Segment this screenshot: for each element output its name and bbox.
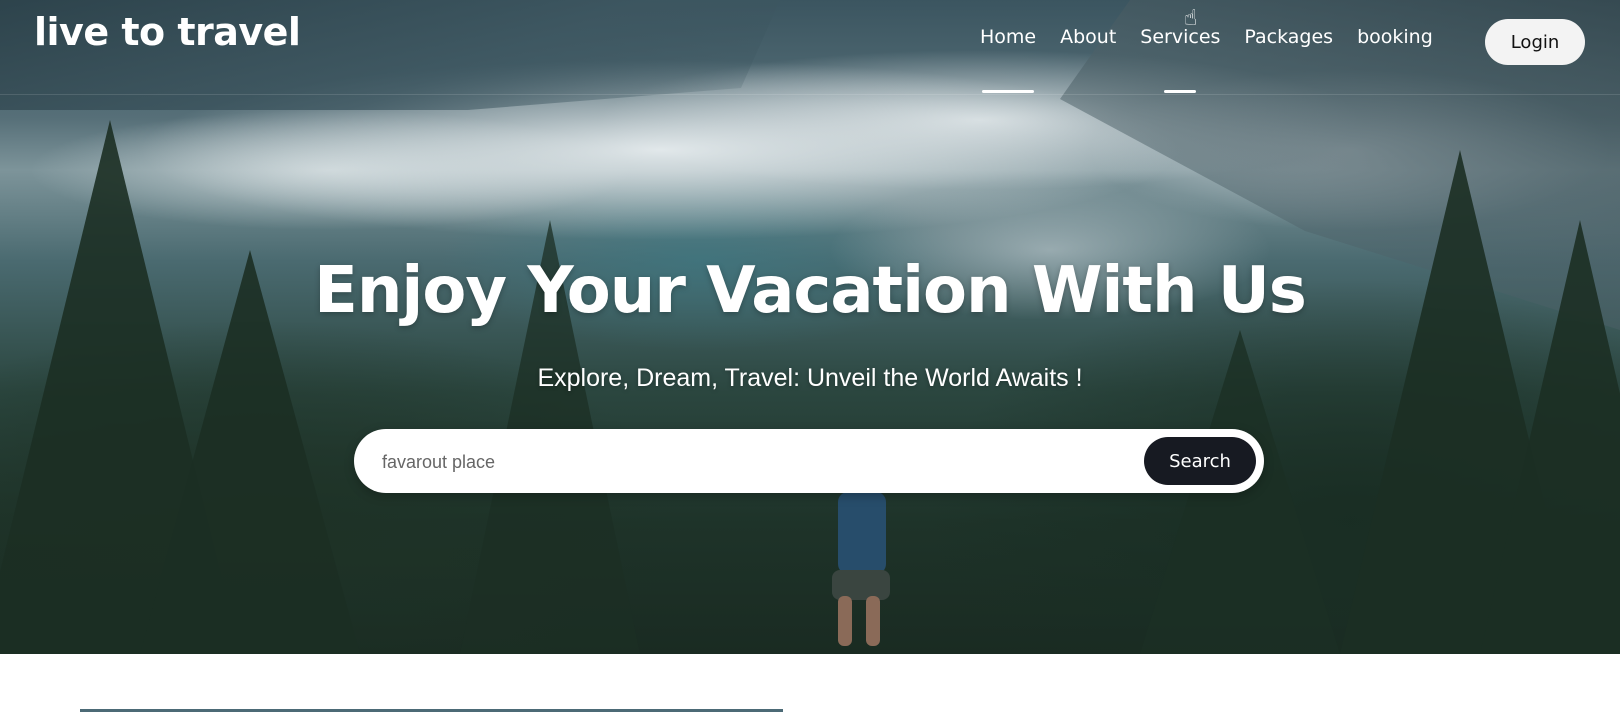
main-nav: Home About Services Packages booking: [980, 26, 1457, 48]
hero-headline: Enjoy Your Vacation With Us: [314, 254, 1307, 328]
search-input[interactable]: [380, 441, 1084, 483]
login-button[interactable]: Login: [1485, 19, 1585, 65]
hero-section: live to travel Home About Services Packa…: [0, 0, 1620, 654]
nav-item-packages[interactable]: Packages: [1244, 26, 1333, 48]
search-bar: Search: [354, 429, 1264, 493]
nav-item-home[interactable]: Home: [980, 26, 1036, 48]
nav-item-about[interactable]: About: [1060, 26, 1116, 48]
nav-item-booking[interactable]: booking: [1357, 26, 1433, 48]
hero-subheadline: Explore, Dream, Travel: Unveil the World…: [537, 364, 1083, 392]
hiker-figure: [832, 492, 890, 646]
hand-pointer-icon: ☝: [1184, 6, 1198, 31]
search-button[interactable]: Search: [1144, 437, 1256, 485]
nav-divider: [0, 94, 1620, 95]
site-logo[interactable]: live to travel: [34, 10, 301, 54]
nav-item-services[interactable]: Services: [1140, 26, 1220, 48]
